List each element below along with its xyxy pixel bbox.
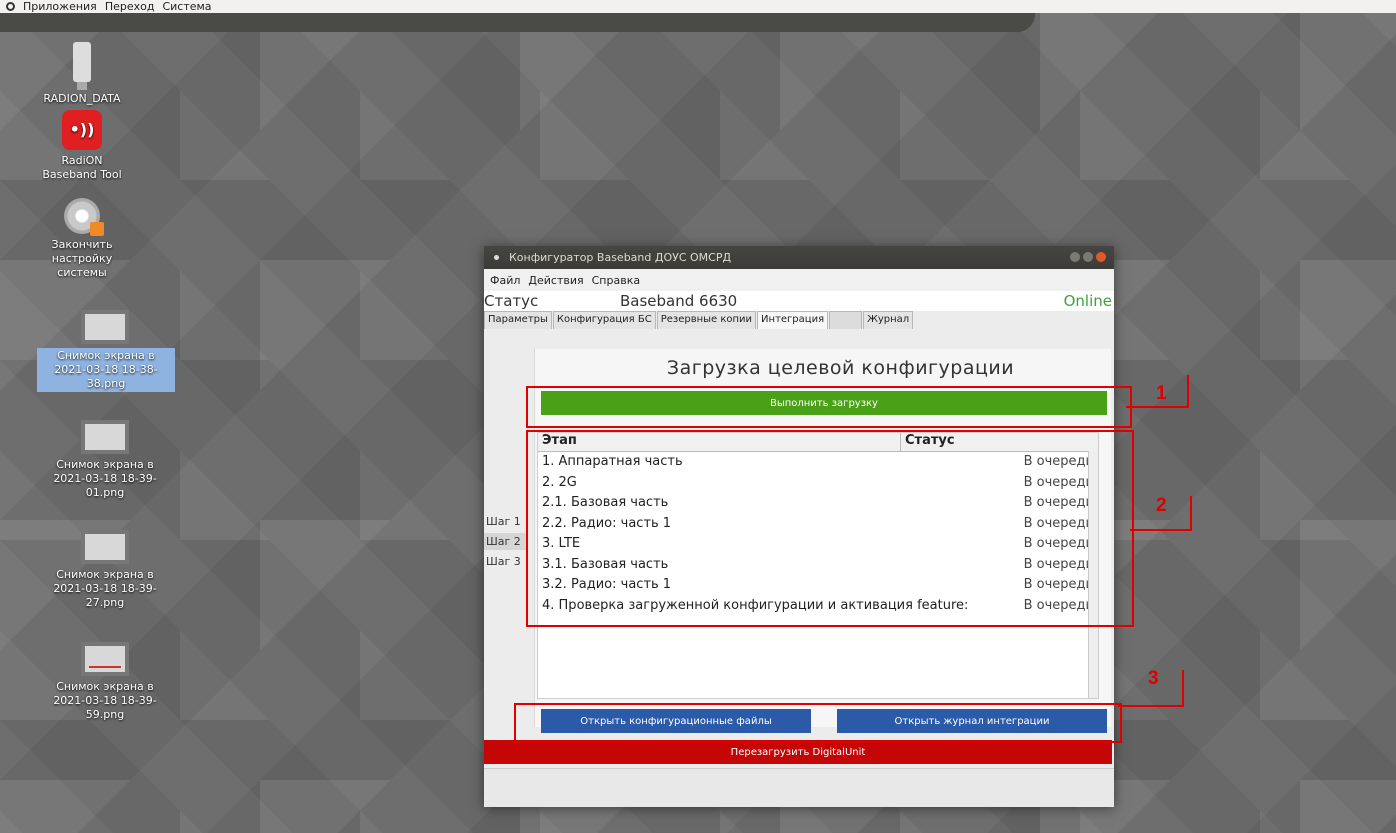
step-list: Шаг 1 Шаг 2 Шаг 3 bbox=[484, 513, 528, 573]
desktop-icon-screenshot-4[interactable]: Снимок экрана в 2021-03-18 18-39-59.png bbox=[37, 642, 173, 722]
step-2[interactable]: Шаг 2 bbox=[484, 533, 528, 550]
top-panel-bar bbox=[0, 13, 1035, 32]
annotation-line-3v bbox=[1182, 670, 1184, 707]
top-menu: Приложения Переход Система bbox=[0, 0, 1035, 13]
image-file-icon bbox=[81, 310, 129, 344]
image-file-icon bbox=[81, 642, 129, 676]
desktop-icon-label: RADION_DATA bbox=[43, 92, 121, 105]
settings-gear-icon bbox=[64, 198, 104, 236]
ubuntu-logo-icon[interactable] bbox=[6, 2, 15, 11]
radion-app-icon: •)) bbox=[62, 110, 102, 150]
tab-integration[interactable]: Интеграция bbox=[757, 311, 829, 329]
annotation-number-2: 2 bbox=[1156, 495, 1167, 516]
annotation-line-2v bbox=[1190, 496, 1192, 531]
page-title: Загрузка целевой конфигурации bbox=[666, 357, 1015, 379]
desktop-icon-radion-data[interactable]: RADION_DATA bbox=[22, 42, 142, 106]
step-1[interactable]: Шаг 1 bbox=[484, 513, 528, 530]
tab-bs-config[interactable]: Конфигурация БС bbox=[552, 311, 656, 329]
desktop-icon-radion-tool[interactable]: •)) RadiON Baseband Tool bbox=[22, 110, 142, 182]
annotation-number-1: 1 bbox=[1156, 383, 1167, 404]
tab-parameters[interactable]: Параметры bbox=[484, 311, 552, 329]
step-3[interactable]: Шаг 3 bbox=[484, 553, 528, 570]
annotation-line-1 bbox=[1126, 406, 1188, 408]
menu-applications[interactable]: Приложения bbox=[23, 0, 97, 13]
desktop-icon-label: Снимок экрана в 2021-03-18 18-39-27.png bbox=[53, 568, 157, 609]
annotation-box-3 bbox=[514, 703, 1122, 743]
menu-file[interactable]: Файл bbox=[490, 274, 520, 287]
close-icon[interactable] bbox=[1096, 252, 1106, 262]
window-titlebar[interactable]: Конфигуратор Baseband ДОУС ОМСРД bbox=[484, 246, 1114, 269]
desktop-icon-screenshot-3[interactable]: Снимок экрана в 2021-03-18 18-39-27.png bbox=[37, 530, 173, 610]
desktop-icon-finish-setup[interactable]: Закончить настройку системы bbox=[22, 198, 142, 280]
menu-help[interactable]: Справка bbox=[592, 274, 640, 287]
annotation-box-1 bbox=[526, 386, 1132, 428]
maximize-icon[interactable] bbox=[1083, 252, 1093, 262]
reboot-digitalunit-button[interactable]: Перезагрузить DigitalUnit bbox=[484, 740, 1112, 764]
status-label: Статус bbox=[484, 292, 539, 310]
window-footer bbox=[484, 768, 1114, 807]
annotation-line-1v bbox=[1187, 375, 1189, 408]
desktop-icon-label: Закончить настройку системы bbox=[51, 238, 113, 279]
tab-bar: Параметры Конфигурация БС Резервные копи… bbox=[484, 311, 1114, 329]
top-panel: Приложения Переход Система bbox=[0, 0, 1035, 32]
desktop-icon-label: Снимок экрана в 2021-03-18 18-39-59.png bbox=[53, 680, 157, 721]
minimize-icon[interactable] bbox=[1070, 252, 1080, 262]
annotation-line-2 bbox=[1130, 529, 1192, 531]
desktop-icon-screenshot-1[interactable]: Снимок экрана в 2021-03-18 18-38-38.png bbox=[37, 310, 175, 392]
desktop-icon-label: Снимок экрана в 2021-03-18 18-39-01.png bbox=[53, 458, 157, 499]
annotation-line-3 bbox=[1118, 705, 1184, 707]
desktop-icon-screenshot-2[interactable]: Снимок экрана в 2021-03-18 18-39-01.png bbox=[37, 420, 173, 500]
connection-state: Online bbox=[1063, 292, 1112, 310]
image-file-icon bbox=[81, 530, 129, 564]
image-file-icon bbox=[81, 420, 129, 454]
status-bar: Статус Baseband 6630 Online bbox=[484, 291, 1114, 311]
device-name: Baseband 6630 bbox=[620, 292, 738, 310]
annotation-number-3: 3 bbox=[1148, 668, 1159, 689]
desktop-icon-label: Снимок экрана в 2021-03-18 18-38-38.png bbox=[37, 348, 175, 392]
window-title: Конфигуратор Baseband ДОУС ОМСРД bbox=[509, 251, 732, 264]
tab-hidden[interactable] bbox=[829, 311, 863, 329]
tab-journal[interactable]: Журнал bbox=[863, 311, 914, 329]
window-menubar: Файл Действия Справка bbox=[484, 269, 1114, 291]
annotation-box-2 bbox=[526, 430, 1134, 627]
menu-actions[interactable]: Действия bbox=[528, 274, 583, 287]
usb-drive-icon bbox=[73, 42, 91, 90]
desktop-icon-label: RadiON Baseband Tool bbox=[42, 154, 122, 181]
top-panel-right bbox=[1035, 0, 1396, 13]
menu-places[interactable]: Переход bbox=[105, 0, 155, 13]
window-menu-icon[interactable] bbox=[494, 255, 499, 260]
tab-backups[interactable]: Резервные копии bbox=[656, 311, 757, 329]
menu-system[interactable]: Система bbox=[162, 0, 211, 13]
